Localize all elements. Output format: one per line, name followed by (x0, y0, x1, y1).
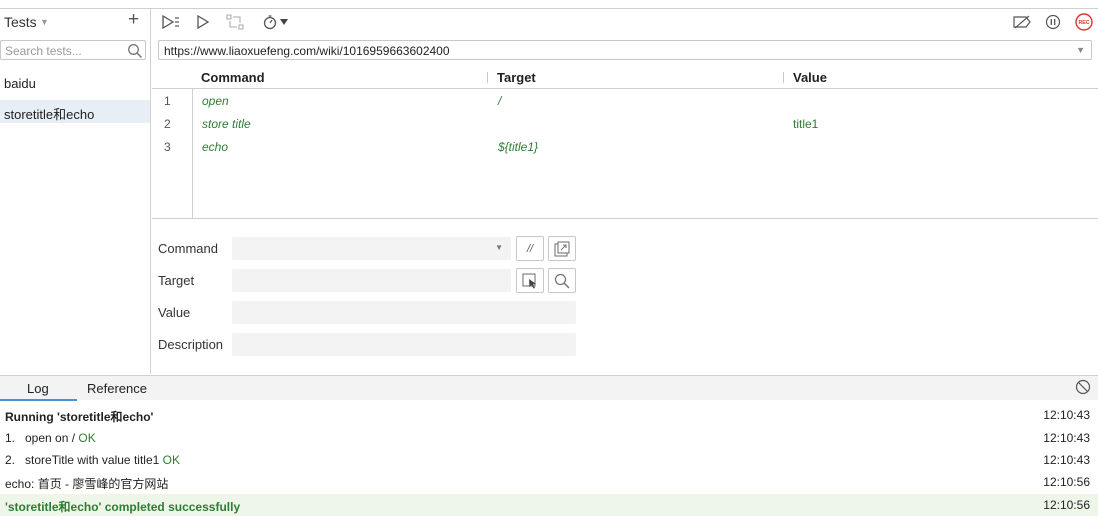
log-entry: 2. storeTitle with value title1 OK 12:10… (0, 449, 1098, 471)
sidebar-header: Tests ▼ + (0, 9, 150, 35)
log-message-text: 2. storeTitle with value title1 (5, 453, 163, 467)
tab-log[interactable]: Log (27, 381, 49, 396)
record-icon[interactable]: REC (1073, 12, 1095, 32)
run-current-icon[interactable] (192, 12, 214, 32)
column-header-value: Value (793, 70, 827, 85)
open-reference-button[interactable] (548, 236, 576, 261)
row-value: title1 (793, 117, 819, 131)
column-header-target: Target (497, 70, 536, 85)
row-command: echo (202, 140, 229, 154)
value-input[interactable] (232, 301, 576, 324)
select-target-button[interactable] (516, 268, 544, 293)
step-over-icon[interactable] (224, 12, 246, 32)
chevron-down-icon[interactable]: ▼ (40, 17, 49, 27)
target-label: Target (158, 273, 195, 288)
value-label: Value (158, 305, 191, 320)
log-message: 'storetitle和echo' completed successfully (5, 500, 241, 514)
search-icon (128, 44, 143, 59)
toggle-comment-button[interactable]: // (516, 236, 544, 261)
toolbar: REC (152, 9, 1098, 35)
log-timestamp: 12:10:43 (1043, 453, 1090, 467)
command-label: Command (158, 241, 218, 256)
description-input[interactable] (232, 333, 576, 356)
open-in-new-icon (554, 240, 570, 257)
chevron-down-icon[interactable]: ▼ (1076, 45, 1085, 55)
row-command: open (202, 94, 229, 108)
table-row[interactable]: 2 store title title1 (152, 112, 1098, 135)
table-row[interactable]: 1 open / (152, 89, 1098, 112)
log-timestamp: 12:10:43 (1043, 431, 1090, 445)
log-timestamp: 12:10:43 (1043, 408, 1090, 422)
comment-label: // (526, 242, 534, 255)
chevron-down-icon[interactable]: ▼ (495, 243, 503, 252)
log-panel-tabs: Log Reference (0, 375, 1098, 401)
add-test-icon[interactable]: + (128, 10, 139, 30)
row-number: 3 (164, 140, 171, 154)
selenium-ide-window: Tests ▼ + baidu storetitle和echo (0, 0, 1098, 522)
speed-timer-icon[interactable] (262, 12, 292, 32)
log-message: echo: 首页 - 廖雪峰的官方网站 (5, 477, 169, 491)
log-entry: Running 'storetitle和echo' 12:10:43 (0, 404, 1098, 426)
column-divider[interactable] (783, 72, 784, 83)
column-divider[interactable] (487, 72, 488, 83)
row-command: store title (202, 117, 251, 131)
base-url-combobox[interactable]: https://www.liaoxuefeng.com/wiki/1016959… (158, 40, 1092, 60)
log-entry-success: 'storetitle和echo' completed successfully… (0, 494, 1098, 516)
log-timestamp: 12:10:56 (1043, 498, 1090, 512)
log-message-text: 1. open on / (5, 431, 79, 445)
row-target: ${title1} (498, 140, 539, 154)
find-target-button[interactable] (548, 268, 576, 293)
table-divider (152, 218, 1098, 219)
search-icon (554, 273, 570, 289)
column-header-command: Command (201, 70, 265, 85)
log-entry: echo: 首页 - 廖雪峰的官方网站 12:10:56 (0, 471, 1098, 493)
log-message: 1. open on / OK (5, 431, 96, 445)
pause-icon[interactable] (1042, 12, 1064, 32)
search-tests-input[interactable] (5, 43, 123, 58)
test-item-baidu[interactable]: baidu (0, 72, 150, 95)
row-number: 2 (164, 117, 171, 131)
run-all-icon[interactable] (160, 12, 182, 32)
row-target: / (498, 94, 502, 108)
command-table-header: Command Target Value (152, 66, 1098, 89)
log-timestamp: 12:10:56 (1043, 475, 1090, 489)
record-label: REC (1079, 20, 1090, 26)
test-item-storetitle-echo[interactable]: storetitle和echo (0, 100, 150, 123)
select-element-icon (522, 272, 536, 288)
tests-dropdown-label[interactable]: Tests (4, 14, 37, 30)
log-entry: 1. open on / OK 12:10:43 (0, 427, 1098, 449)
log-status-ok: OK (162, 453, 180, 467)
tab-reference[interactable]: Reference (87, 381, 147, 396)
row-number: 1 (164, 94, 171, 108)
target-input[interactable] (232, 269, 511, 292)
search-tests-box (0, 40, 146, 60)
table-row[interactable]: 3 echo ${title1} (152, 135, 1098, 158)
command-select[interactable]: ▼ (232, 237, 511, 260)
clear-log-icon[interactable] (1075, 379, 1091, 395)
disable-breakpoints-icon[interactable] (1010, 12, 1034, 32)
log-message: 2. storeTitle with value title1 OK (5, 453, 180, 467)
base-url-value: https://www.liaoxuefeng.com/wiki/1016959… (164, 44, 450, 58)
log-message: Running 'storetitle和echo' (5, 410, 154, 424)
active-tab-indicator (0, 399, 77, 401)
log-status-ok: OK (78, 431, 96, 445)
description-label: Description (158, 337, 224, 352)
tests-sidebar: Tests ▼ + baidu storetitle和echo (0, 9, 151, 374)
